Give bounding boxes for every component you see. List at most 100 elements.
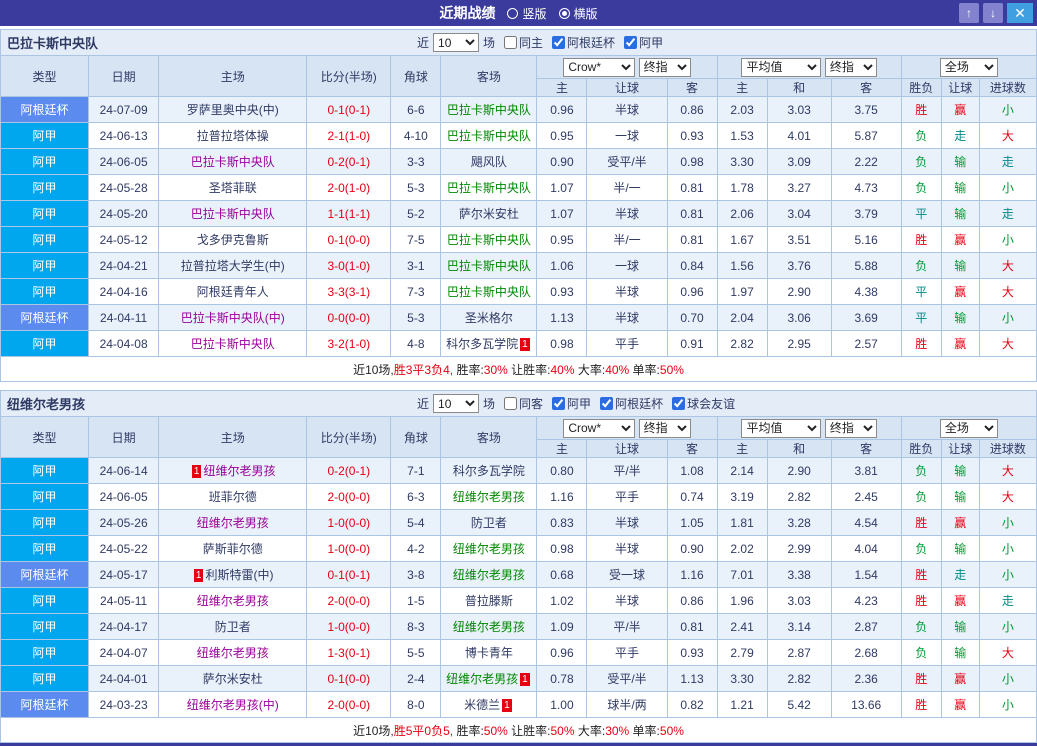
away-team-cell[interactable]: 纽维尔老男孩 — [440, 535, 538, 562]
home-team-cell[interactable]: 萨尔米安杜 — [158, 665, 308, 692]
score-cell[interactable]: 2-0(1-0) — [306, 174, 392, 201]
home-team-cell[interactable]: 圣塔菲联 — [158, 174, 308, 201]
score-cell[interactable]: 0-1(0-1) — [306, 96, 392, 123]
team-name-link: 飓风队 — [470, 155, 507, 169]
filter-checkbox[interactable] — [552, 36, 566, 49]
away-team-cell[interactable]: 纽维尔老男孩 — [440, 483, 538, 510]
bookmaker-header: Crow* 终指 — [536, 55, 718, 79]
score-cell[interactable]: 3-0(1-0) — [306, 252, 392, 279]
close-icon[interactable]: ✕ — [1007, 3, 1033, 23]
home-team-cell[interactable]: 戈多伊克鲁斯 — [158, 226, 308, 253]
filter-option[interactable]: 阿根廷杯 — [552, 34, 615, 51]
filter-option[interactable]: 同主 — [504, 34, 543, 51]
away-team-cell[interactable]: 博卡青年 — [440, 639, 538, 666]
col-cover: 让球 — [940, 78, 980, 97]
home-team-cell[interactable]: 防卫者 — [158, 613, 308, 640]
home-team-cell[interactable]: 巴拉卡斯中央队 — [158, 330, 308, 357]
average-select[interactable]: 平均值 — [741, 57, 822, 77]
col-score: 比分(半场) — [306, 55, 392, 97]
date-cell: 24-03-23 — [88, 691, 160, 718]
home-team-cell[interactable]: 纽维尔老男孩(中) — [158, 691, 308, 718]
score-cell[interactable]: 1-3(0-1) — [306, 639, 392, 666]
home-team-cell[interactable]: 纽维尔老男孩 — [158, 587, 308, 614]
away-team-cell[interactable]: 纽维尔老男孩 — [440, 613, 538, 640]
score-cell[interactable]: 3-2(1-0) — [306, 330, 392, 357]
match-row: 阿甲 24-05-22 萨斯菲尔德 1-0(0-0) 4-2 纽维尔老男孩 0.98 半球 0.… — [0, 535, 1037, 562]
away-team-cell[interactable]: 纽维尔老男孩 1 — [440, 665, 538, 692]
results-table: 类型 日期 主场 比分(半场) 角球 客场 Crow* 终指 平均值 终指 全场… — [0, 416, 1037, 743]
away-team-cell[interactable]: 圣米格尔 — [440, 304, 538, 331]
away-team-cell[interactable]: 巴拉卡斯中央队 — [440, 174, 538, 201]
layout-horizontal-option[interactable]: 横版 — [558, 5, 598, 22]
away-team-cell[interactable]: 普拉滕斯 — [440, 587, 538, 614]
home-team-cell[interactable]: 班菲尔德 — [158, 483, 308, 510]
home-team-cell[interactable]: 阿根廷青年人 — [158, 278, 308, 305]
layout-vertical-option[interactable]: 竖版 — [507, 5, 547, 22]
score-cell[interactable]: 0-2(0-1) — [306, 148, 392, 175]
score-cell[interactable]: 0-1(0-0) — [306, 665, 392, 692]
score-cell[interactable]: 0-1(0-0) — [306, 226, 392, 253]
score-cell[interactable]: 1-1(1-1) — [306, 200, 392, 227]
away-team-cell[interactable]: 巴拉卡斯中央队 — [440, 96, 538, 123]
score-cell[interactable]: 1-0(0-0) — [306, 613, 392, 640]
avg-stage-select[interactable]: 终指 — [824, 418, 877, 438]
home-team-cell[interactable]: 萨斯菲尔德 — [158, 535, 308, 562]
home-team-cell[interactable]: 1 利斯特雷(中) — [158, 561, 308, 588]
filter-option[interactable]: 球会友谊 — [672, 395, 735, 412]
home-team-cell[interactable]: 1 纽维尔老男孩 — [158, 457, 308, 484]
filter-checkbox[interactable] — [672, 397, 686, 410]
home-team-cell[interactable]: 巴拉卡斯中央队 — [158, 148, 308, 175]
home-team-cell[interactable]: 纽维尔老男孩 — [158, 639, 308, 666]
filter-checkbox[interactable] — [624, 36, 638, 49]
filter-checkbox[interactable] — [552, 397, 566, 410]
filter-option[interactable]: 同客 — [504, 395, 543, 412]
score-cell[interactable]: 3-3(3-1) — [306, 278, 392, 305]
average-select[interactable]: 平均值 — [741, 418, 822, 438]
away-team-cell[interactable]: 防卫者 — [440, 509, 538, 536]
odds-stage-select[interactable]: 终指 — [638, 418, 691, 438]
filter-option[interactable]: 阿甲 — [552, 395, 591, 412]
move-up-button[interactable]: ↑ — [959, 3, 979, 23]
away-team-cell[interactable]: 巴拉卡斯中央队 — [440, 122, 538, 149]
scope-select[interactable]: 全场 — [939, 418, 998, 438]
filter-checkbox[interactable] — [504, 36, 518, 49]
recent-count-select[interactable]: 10 — [433, 33, 480, 52]
away-team-cell[interactable]: 科尔多瓦学院 1 — [440, 330, 538, 357]
score-cell[interactable]: 0-2(0-1) — [306, 457, 392, 484]
handicap-home-odds: 1.07 — [536, 200, 588, 227]
filter-option[interactable]: 阿根廷杯 — [600, 395, 663, 412]
avg-stage-select[interactable]: 终指 — [824, 57, 877, 77]
score-cell[interactable]: 2-0(0-0) — [306, 587, 392, 614]
home-team-cell[interactable]: 巴拉卡斯中央队 — [158, 200, 308, 227]
home-team-cell[interactable]: 巴拉卡斯中央队(中) — [158, 304, 308, 331]
move-down-button[interactable]: ↓ — [983, 3, 1003, 23]
scope-select[interactable]: 全场 — [939, 57, 998, 77]
filter-checkbox[interactable] — [504, 397, 518, 410]
away-team-cell[interactable]: 巴拉卡斯中央队 — [440, 226, 538, 253]
home-team-cell[interactable]: 拉普拉塔体操 — [158, 122, 308, 149]
home-team-cell[interactable]: 罗萨里奥中央(中) — [158, 96, 308, 123]
odds-stage-select[interactable]: 终指 — [638, 57, 691, 77]
away-team-cell[interactable]: 巴拉卡斯中央队 — [440, 278, 538, 305]
home-team-cell[interactable]: 纽维尔老男孩 — [158, 509, 308, 536]
filter-option[interactable]: 阿甲 — [624, 34, 663, 51]
filter-checkbox[interactable] — [600, 397, 614, 410]
away-team-cell[interactable]: 萨尔米安杜 — [440, 200, 538, 227]
bookmaker-select[interactable]: Crow* — [563, 57, 636, 77]
score-cell[interactable]: 1-0(0-0) — [306, 509, 392, 536]
score-cell[interactable]: 0-0(0-0) — [306, 304, 392, 331]
away-team-cell[interactable]: 飓风队 — [440, 148, 538, 175]
bookmaker-select[interactable]: Crow* — [563, 418, 636, 438]
score-cell[interactable]: 2-1(1-0) — [306, 122, 392, 149]
score-cell[interactable]: 2-0(0-0) — [306, 691, 392, 718]
away-team-cell[interactable]: 米德兰 1 — [440, 691, 538, 718]
home-team-cell[interactable]: 拉普拉塔大学生(中) — [158, 252, 308, 279]
away-team-cell[interactable]: 纽维尔老男孩 — [440, 561, 538, 588]
away-team-cell[interactable]: 科尔多瓦学院 — [440, 457, 538, 484]
handicap-line: 半球 — [586, 535, 668, 562]
score-cell[interactable]: 1-0(0-0) — [306, 535, 392, 562]
score-cell[interactable]: 0-1(0-1) — [306, 561, 392, 588]
away-team-cell[interactable]: 巴拉卡斯中央队 — [440, 252, 538, 279]
recent-count-select[interactable]: 10 — [433, 394, 480, 413]
score-cell[interactable]: 2-0(0-0) — [306, 483, 392, 510]
